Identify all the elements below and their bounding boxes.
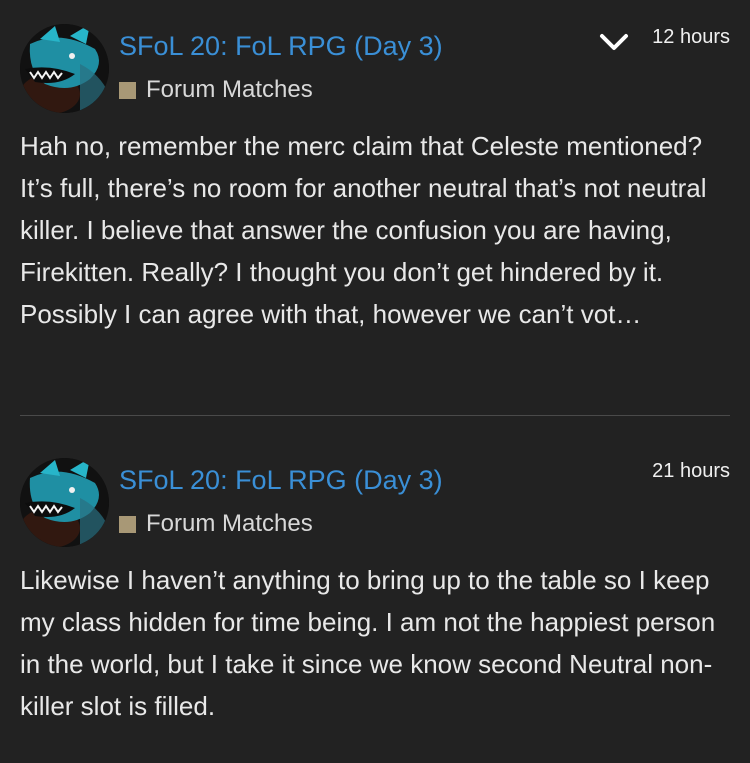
post-title-link[interactable]: SFoL 20: FoL RPG (Day 3) [119, 464, 443, 496]
category-badge[interactable]: Forum Matches [119, 75, 313, 105]
dragon-avatar-icon [20, 458, 109, 547]
post-excerpt[interactable]: Likewise I haven’t anything to bring up … [20, 559, 732, 727]
post-title-link[interactable]: SFoL 20: FoL RPG (Day 3) [119, 30, 443, 62]
post-divider [20, 415, 730, 416]
dragon-avatar-icon [20, 24, 109, 113]
category-swatch [119, 515, 136, 533]
category-label: Forum Matches [146, 76, 313, 103]
user-avatar[interactable] [20, 458, 109, 547]
category-label: Forum Matches [146, 510, 313, 537]
user-avatar[interactable] [20, 24, 109, 113]
post-timestamp: 21 hours [652, 460, 730, 482]
post-timestamp: 12 hours [652, 26, 730, 48]
category-badge[interactable]: Forum Matches [119, 509, 313, 539]
chevron-down-icon[interactable] [598, 30, 630, 54]
category-swatch [119, 81, 136, 99]
post-excerpt[interactable]: Hah no, remember the merc claim that Cel… [20, 125, 732, 335]
